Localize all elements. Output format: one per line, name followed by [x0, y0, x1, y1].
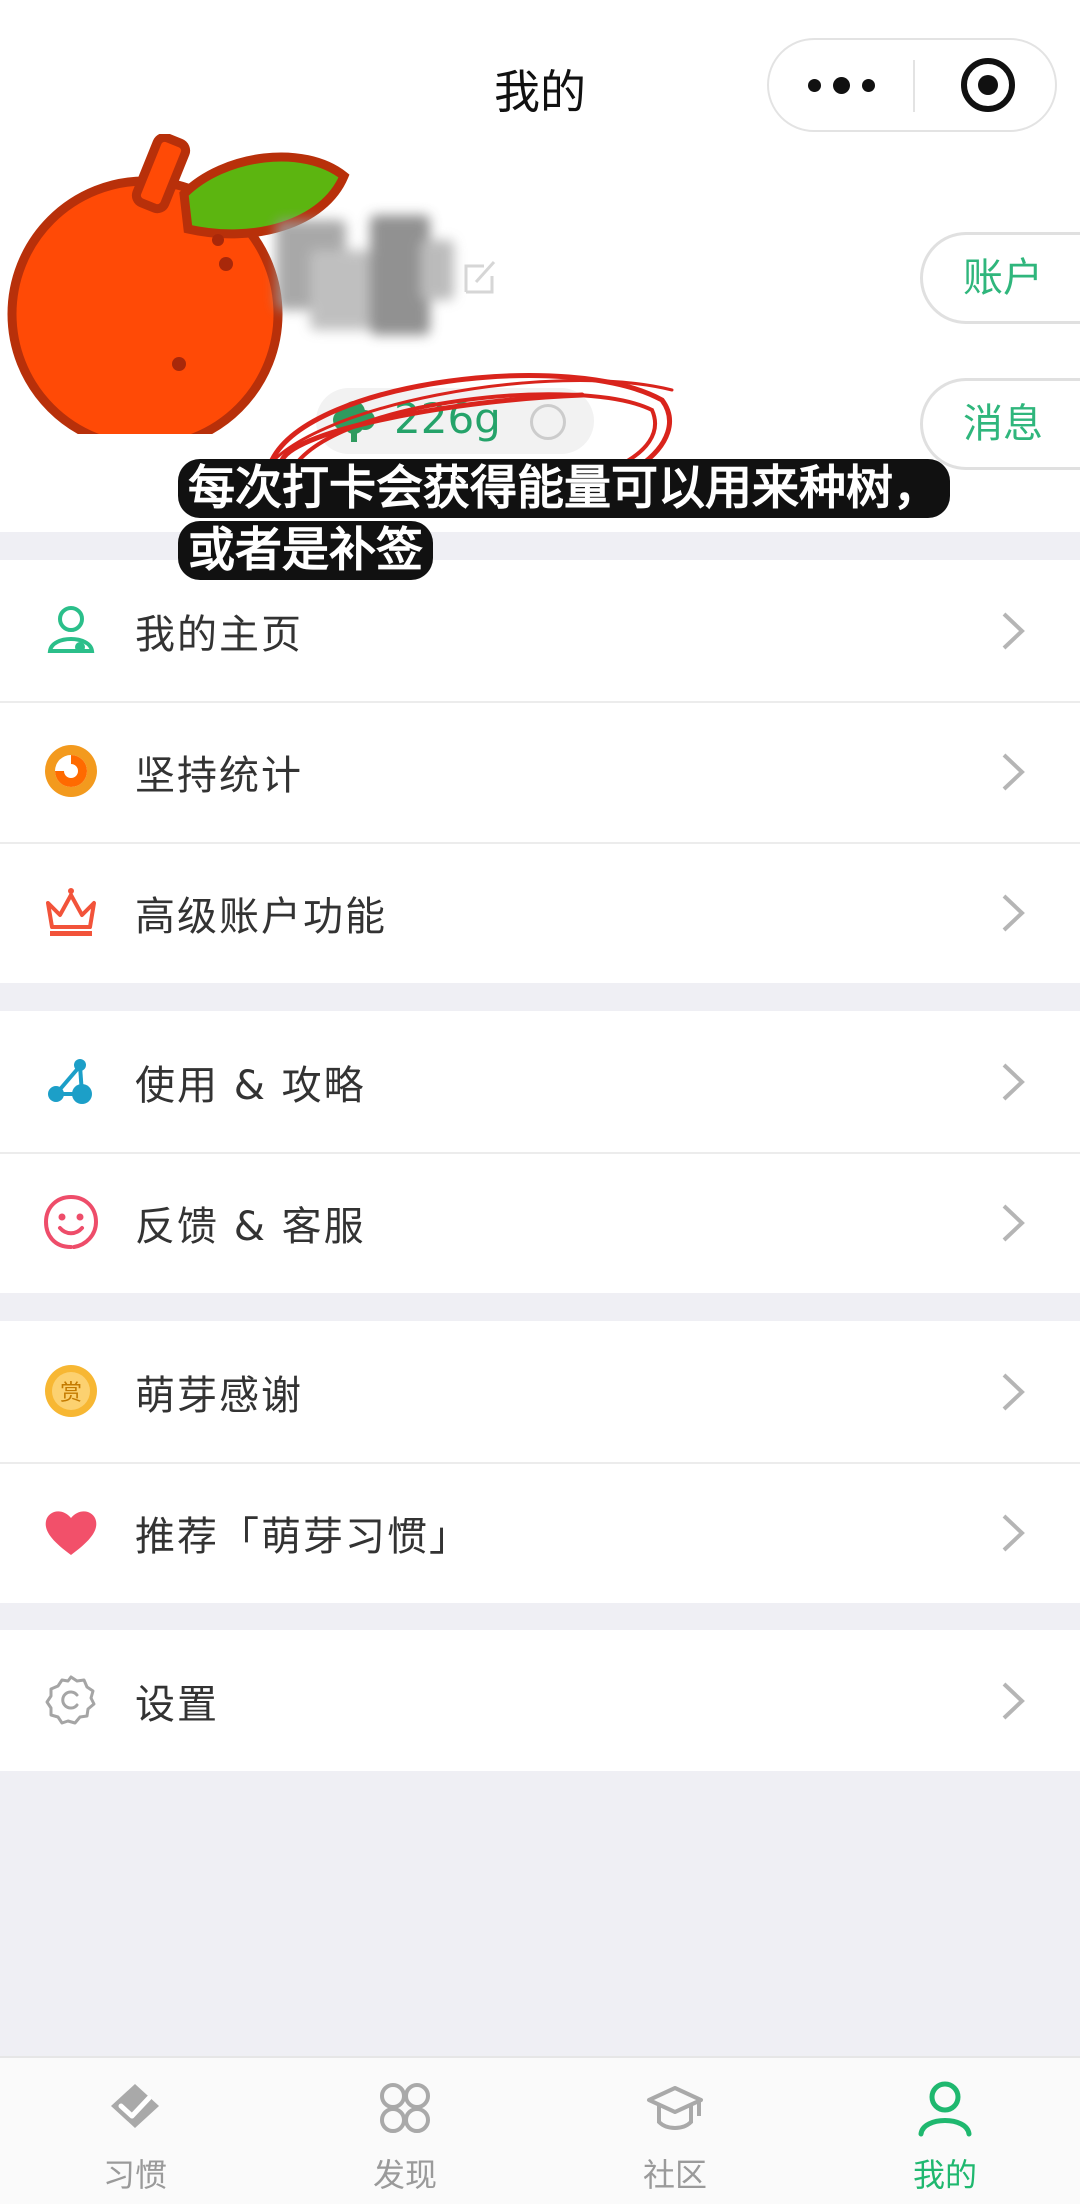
menu-item-label: 推荐「萌芽习惯」 — [135, 1513, 471, 1560]
graduation-cap-icon — [647, 2086, 703, 2130]
crown-icon — [46, 888, 96, 936]
profile-icon — [918, 2081, 972, 2137]
menu-group-settings: 设置 — [0, 1630, 1080, 1771]
menu-item-thanks[interactable]: 赏 萌芽感谢 — [0, 1321, 1080, 1462]
chevron-right-icon — [1002, 1373, 1025, 1411]
menu-item-label: 高级账户功能 — [135, 893, 387, 940]
more-menu-button[interactable] — [769, 40, 914, 130]
menu-item-label: 坚持统计 — [135, 752, 303, 799]
video-caption: 每次打卡会获得能量可以用来种树， 或者是补签 — [178, 458, 950, 582]
menu-item-settings[interactable]: 设置 — [0, 1630, 1080, 1771]
habit-icon — [111, 2084, 159, 2128]
menu-item-label: 我的主页 — [135, 611, 303, 658]
menu-item-premium[interactable]: 高级账户功能 — [0, 842, 1080, 983]
menu-group-profile: 我的主页 坚持统计 高级账户功能 — [0, 560, 1080, 983]
menu-item-label: 使用 & 攻略 — [135, 1062, 366, 1109]
close-miniprogram-icon[interactable] — [959, 56, 1017, 114]
statistics-ring-icon — [45, 745, 97, 797]
tab-label: 我的 — [912, 2156, 977, 2194]
account-button[interactable]: 账户 — [920, 232, 1080, 324]
menu-item-label: 萌芽感谢 — [135, 1372, 303, 1419]
chevron-right-icon — [1002, 894, 1025, 932]
tab-habit[interactable]: 习惯 — [0, 2058, 270, 2204]
tab-label: 发现 — [372, 2156, 437, 2194]
tab-label: 习惯 — [102, 2156, 167, 2194]
caption-line-2: 或者是补签 — [178, 521, 433, 580]
person-icon — [47, 606, 95, 653]
menu-item-guide[interactable]: 使用 & 攻略 — [0, 1011, 1080, 1152]
discover-grid-icon — [380, 2083, 430, 2133]
more-dot-icon — [862, 78, 875, 92]
capsule-divider — [913, 60, 915, 112]
smiley-icon — [43, 1194, 99, 1249]
guide-nodes-icon — [48, 1059, 92, 1104]
menu-group-support: 赏 萌芽感谢 推荐「萌芽习惯」 — [0, 1321, 1080, 1603]
reward-coin-icon: 赏 — [45, 1365, 97, 1417]
gear-icon — [45, 1675, 96, 1725]
more-dot-icon — [833, 76, 850, 94]
menu-group-help: 使用 & 攻略 反馈 & 客服 — [0, 1011, 1080, 1293]
bottom-tab-bar: 习惯 发现 社区 我的 — [0, 2056, 1080, 2204]
tab-mine[interactable]: 我的 — [810, 2058, 1080, 2204]
tab-discover[interactable]: 发现 — [270, 2058, 540, 2204]
reward-coin-badge: 赏 — [60, 1381, 82, 1406]
chevron-right-icon — [1002, 1204, 1025, 1242]
menu-item-recommend[interactable]: 推荐「萌芽习惯」 — [0, 1462, 1080, 1603]
chevron-right-icon — [1002, 612, 1025, 650]
chevron-right-icon — [1002, 1063, 1025, 1101]
menu-item-label: 反馈 & 客服 — [135, 1203, 366, 1250]
message-button[interactable]: 消息 — [920, 378, 1080, 470]
menu-item-label: 设置 — [135, 1681, 219, 1728]
chevron-right-icon — [1002, 1514, 1025, 1552]
miniprogram-capsule — [767, 38, 1057, 132]
chevron-right-icon — [1002, 753, 1025, 791]
chevron-right-icon — [1002, 1682, 1025, 1720]
heart-icon — [45, 1511, 97, 1555]
menu-item-feedback[interactable]: 反馈 & 客服 — [0, 1152, 1080, 1293]
tab-community[interactable]: 社区 — [540, 2058, 810, 2204]
tab-label: 社区 — [642, 2156, 707, 2194]
more-dot-icon — [808, 78, 821, 92]
caption-line-1: 每次打卡会获得能量可以用来种树， — [178, 459, 950, 518]
menu-item-statistics[interactable]: 坚持统计 — [0, 701, 1080, 842]
